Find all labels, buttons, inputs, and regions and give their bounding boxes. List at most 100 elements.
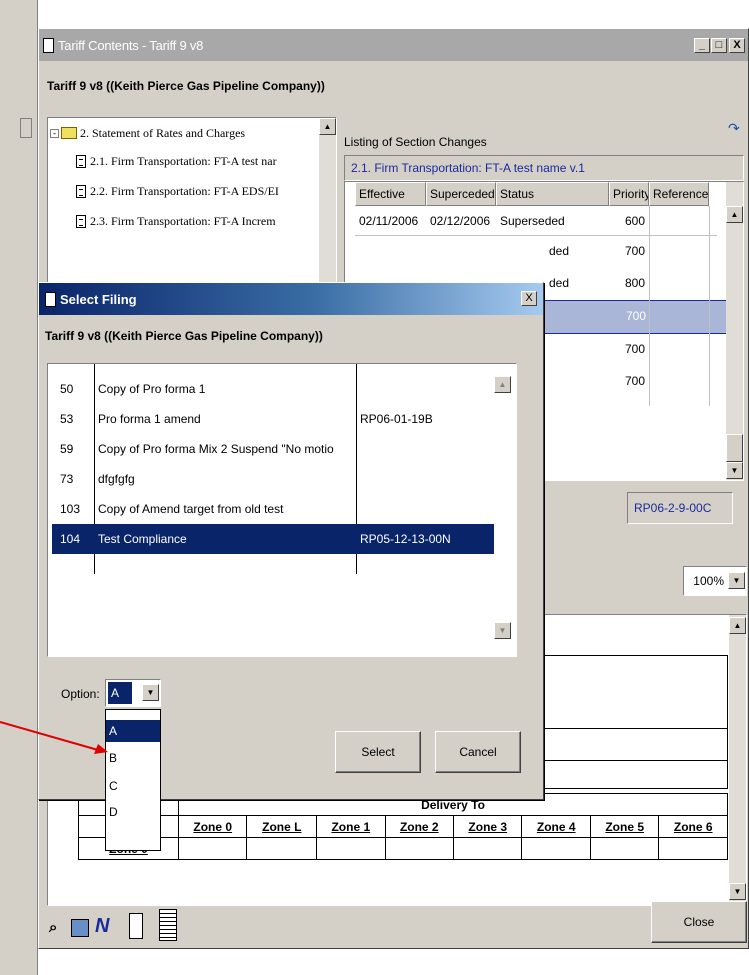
close-button-label: Close (683, 915, 715, 929)
preview-line (539, 728, 727, 729)
cell-priority: 700 (625, 309, 646, 323)
refresh-icon[interactable]: ↷ (728, 121, 744, 137)
rate-grid: R Delivery To Zone 0 Zone L Zone 1 Zone … (78, 793, 728, 860)
tree-item[interactable]: 2.1. Firm Transportation: FT-A test nar (76, 148, 277, 174)
zone-label: Zone L (262, 819, 302, 834)
tree-item[interactable]: 2.3. Firm Transportation: FT-A Increm (76, 208, 276, 234)
zone-header: Zone 6 (658, 815, 728, 838)
tree-root-label: 2. Statement of Rates and Charges (80, 125, 246, 140)
zone-label: Zone 0 (193, 819, 233, 834)
zone-label: Zone 1 (331, 819, 371, 834)
close-window-button[interactable]: X (729, 38, 745, 53)
reference-col-line (709, 206, 710, 406)
list-item[interactable]: 73 dfgfgfg (48, 464, 516, 494)
preview-line (539, 760, 727, 761)
option-item[interactable]: C (106, 774, 160, 798)
tree-root[interactable]: - 2. Statement of Rates and Charges (50, 120, 245, 146)
option-item[interactable]: D (106, 800, 160, 824)
priority-col-line (649, 206, 650, 406)
preview-box (538, 655, 728, 789)
scroll-up-icon[interactable]: ▲ (494, 376, 511, 393)
listing-label: Listing of Section Changes (344, 135, 487, 149)
section-tree[interactable]: - 2. Statement of Rates and Charges 2.1.… (47, 117, 337, 303)
reference-box: RP06-2-9-00C (627, 492, 733, 524)
empty-cell (658, 837, 728, 860)
cell-priority: 700 (624, 342, 645, 356)
tree-item[interactable]: 2.2. Firm Transportation: FT-A EDS/EI (76, 178, 279, 204)
scroll-up-icon[interactable]: ▲ (726, 206, 743, 223)
zone-header: Zone 0 (177, 815, 248, 838)
table-row[interactable]: 02/11/2006 02/12/2006 Superseded 600 (355, 206, 717, 236)
table-row[interactable]: ded 700 (355, 236, 717, 268)
zoom-select[interactable]: 100% ▼ (683, 566, 747, 596)
cell-priority: 700 (624, 374, 645, 388)
close-button[interactable]: Close (651, 901, 747, 943)
zone-header: Zone 5 (589, 815, 660, 838)
chevron-down-icon[interactable]: ▼ (728, 572, 745, 589)
annotation-arrow (0, 721, 108, 754)
filing-id: 53 (60, 412, 74, 426)
maximize-button[interactable]: □ (711, 38, 727, 53)
col-superceded[interactable]: Superceded (426, 182, 496, 206)
scroll-up-icon[interactable]: ▲ (729, 617, 746, 634)
calculator-icon[interactable] (129, 913, 143, 939)
filing-list[interactable]: 50 Copy of Pro forma 1 53 Pro forma 1 am… (47, 363, 517, 657)
cancel-button[interactable]: Cancel (435, 731, 521, 773)
page-icon (76, 214, 86, 228)
dialog-subtitle: Tariff 9 v8 ((Keith Pierce Gas Pipeline … (45, 329, 323, 343)
scroll-up-icon[interactable]: ▲ (319, 118, 336, 135)
empty-cell (177, 837, 248, 860)
scroll-thumb[interactable] (726, 434, 743, 462)
select-filing-dialog: Select Filing X Tariff 9 v8 ((Keith Pier… (38, 282, 544, 851)
background-window-edge (0, 0, 38, 975)
scroll-down-icon[interactable]: ▼ (729, 883, 746, 900)
filing-id: 103 (60, 502, 81, 516)
select-button[interactable]: Select (335, 731, 421, 773)
zone-label: Zone 5 (605, 819, 645, 834)
list-item[interactable]: 103 Copy of Amend target from old test (48, 494, 516, 524)
filing-name: Pro forma 1 amend (98, 412, 201, 426)
print-preview-icon[interactable] (71, 919, 89, 937)
preview-scrollbar[interactable] (729, 615, 746, 905)
tree-scrollbar[interactable] (319, 118, 336, 302)
notes-icon[interactable] (159, 909, 177, 941)
option-label: Option: (61, 687, 100, 701)
option-select[interactable]: A ▼ (105, 679, 161, 707)
col-status[interactable]: Status (496, 182, 609, 206)
col-priority[interactable]: Priority (609, 182, 649, 206)
empty-cell (589, 837, 660, 860)
col-effective[interactable]: Effective (355, 182, 426, 206)
dialog-close-button[interactable]: X (521, 291, 537, 306)
scroll-down-icon[interactable]: ▼ (494, 622, 511, 639)
empty-cell (521, 837, 591, 860)
list-item-selected[interactable]: 104 Test Compliance RP05-12-13-00N (52, 524, 510, 554)
cell-priority: 700 (624, 244, 645, 258)
list-item[interactable]: 53 Pro forma 1 amend RP06-01-19B (48, 404, 516, 434)
filing-id: 73 (60, 472, 74, 486)
list-item[interactable]: 50 Copy of Pro forma 1 (48, 374, 516, 404)
cell-priority: 600 (624, 214, 645, 228)
list-item[interactable]: 59 Copy of Pro forma Mix 2 Suspend "No m… (48, 434, 516, 464)
signature-icon[interactable]: N (95, 915, 115, 937)
arrow-head (94, 744, 108, 754)
option-dropdown[interactable]: A B C D (105, 709, 161, 851)
option-item[interactable]: A (106, 720, 160, 742)
col-reference[interactable]: Reference (649, 182, 709, 206)
chevron-down-icon[interactable]: ▼ (142, 684, 159, 701)
document-icon (45, 291, 56, 307)
scroll-down-icon[interactable]: ▼ (726, 462, 743, 479)
tree-item-label: 2.3. Firm Transportation: FT-A Increm (90, 213, 276, 228)
filing-list-scrollbar[interactable] (494, 376, 511, 646)
empty-cell (453, 837, 523, 860)
empty-cell (316, 837, 386, 860)
dialog-title-bar: Select Filing X (39, 283, 543, 315)
collapse-icon[interactable]: - (50, 128, 59, 138)
minimize-button[interactable]: _ (694, 38, 710, 53)
section-name-bar: 2.1. Firm Transportation: FT-A test name… (344, 155, 744, 181)
cancel-button-label: Cancel (459, 745, 497, 759)
cell-status: Superseded (500, 214, 565, 228)
section-name: 2.1. Firm Transportation: FT-A test name… (351, 161, 585, 175)
binoculars-icon[interactable]: ⌕ (49, 919, 67, 937)
option-item[interactable]: B (106, 746, 160, 770)
reference-value: RP06-2-9-00C (634, 501, 712, 515)
